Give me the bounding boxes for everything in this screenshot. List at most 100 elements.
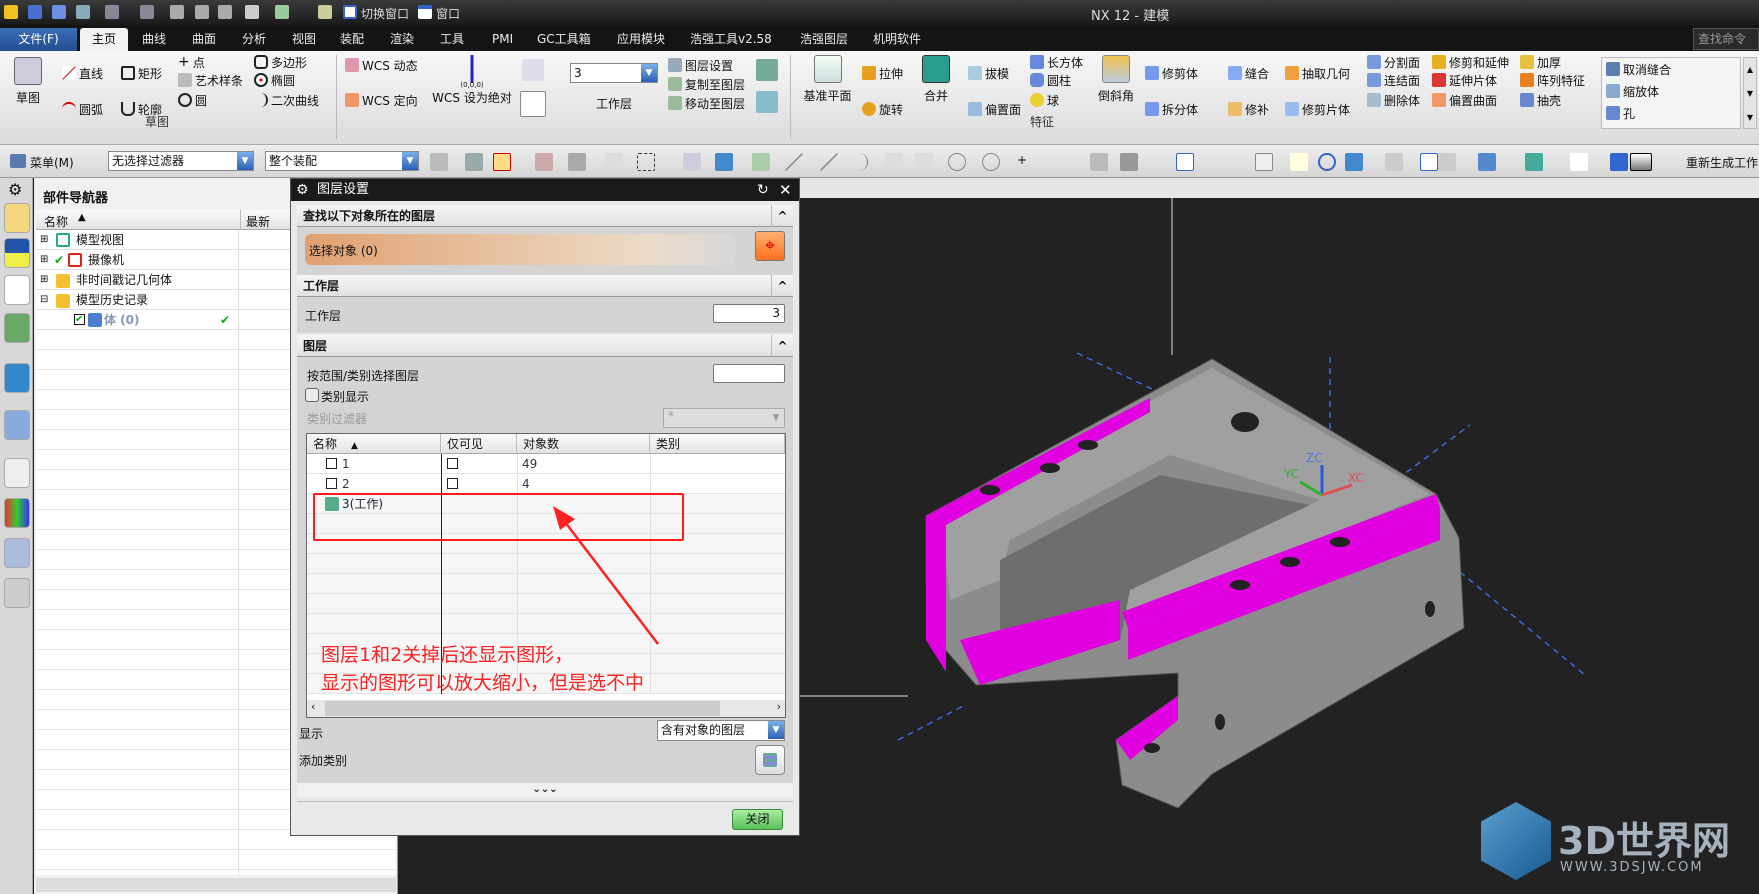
part-navigator-tab[interactable] [4, 275, 30, 305]
draft-button[interactable]: 拔模 [968, 64, 1009, 82]
command-search-input[interactable]: 查找命令 [1693, 28, 1759, 50]
history-tab[interactable] [4, 458, 30, 488]
ellipse-button[interactable]: 椭圆 [254, 71, 295, 89]
line-button[interactable]: 直线 [62, 64, 103, 82]
tab-home[interactable]: 主页 [80, 28, 128, 51]
save-all-icon[interactable] [76, 5, 90, 19]
face-icon[interactable] [1090, 153, 1108, 171]
info-tab[interactable] [4, 363, 30, 393]
sew-button[interactable]: 缝合 [1228, 64, 1269, 82]
select-object-button[interactable]: ⌖ [755, 231, 785, 261]
column-object-count[interactable]: 对象数 [517, 434, 650, 454]
offset-surface-button[interactable]: 偏置曲面 [1432, 91, 1497, 109]
thicken-button[interactable]: 加厚 [1520, 53, 1561, 71]
horizontal-scrollbar[interactable]: ‹ › [307, 700, 785, 717]
add-category-button[interactable] [755, 745, 785, 775]
background-icon[interactable] [1630, 153, 1652, 171]
zoom-icon[interactable] [1255, 153, 1273, 171]
line-snap-icon[interactable] [785, 153, 803, 171]
quadrant-icon[interactable] [982, 153, 1000, 171]
section-icon[interactable] [1385, 153, 1403, 171]
cut-icon[interactable] [170, 5, 184, 19]
reset-icon[interactable]: ↻ [757, 179, 769, 201]
rotate-icon[interactable] [1318, 153, 1336, 171]
circle-button[interactable]: 圆 [178, 91, 207, 109]
selection-filter-dropdown[interactable]: 无选择过滤器 ▼ [108, 151, 254, 171]
layer-row-2[interactable]: 24 [307, 474, 785, 494]
arc-center-icon[interactable] [948, 153, 966, 171]
layer-category-icon[interactable] [756, 91, 778, 113]
tab-render[interactable]: 渲染 [384, 28, 420, 51]
patch-button[interactable]: 修补 [1228, 100, 1269, 118]
dialog-title-bar[interactable]: ⚙ 图层设置 ↻ ✕ [291, 179, 799, 201]
join-face-button[interactable]: 连结面 [1367, 71, 1420, 89]
save-as-icon[interactable] [52, 5, 66, 19]
select-object-bar[interactable]: 选择对象 (0) [305, 234, 735, 265]
tab-haoqiang-tools[interactable]: 浩强工具v2.58 [684, 28, 778, 51]
revolve-button[interactable]: 旋转 [862, 100, 903, 118]
part-icon[interactable] [715, 153, 733, 171]
switch-window-button[interactable]: 切换窗口 [361, 5, 409, 22]
offset-face-button[interactable]: 偏置面 [968, 100, 1021, 118]
layer-1-visible-only-checkbox[interactable] [447, 458, 458, 469]
layout-icon[interactable] [1610, 153, 1628, 171]
wcs-save-icon[interactable] [522, 59, 544, 81]
block-button[interactable]: 长方体 [1030, 53, 1083, 71]
move-to-layer-button[interactable]: 移动至图层 [668, 94, 745, 112]
curve-snap-icon[interactable] [850, 153, 868, 171]
copy-to-layer-button[interactable]: 复制至图层 [668, 75, 745, 93]
rectangle-button[interactable]: 矩形 [121, 64, 162, 82]
assembly-navigator-tab[interactable] [4, 203, 30, 233]
redo-icon[interactable] [140, 5, 154, 19]
render-style-icon[interactable] [1438, 153, 1456, 171]
dialog-gear-icon[interactable]: ⚙ [296, 179, 309, 201]
work-layer-input[interactable]: 3 [713, 304, 785, 323]
sketch-button[interactable]: 草图 [8, 57, 48, 106]
chamfer-button[interactable]: 倒斜角 [1095, 55, 1137, 104]
wcs-icon[interactable] [1570, 153, 1588, 171]
snap-point-icon[interactable] [752, 153, 770, 171]
unite-button[interactable]: 合并 [920, 55, 952, 104]
reuse-library-tab[interactable] [4, 313, 30, 343]
gear-icon[interactable]: ⚙ [8, 180, 22, 199]
navigator-scrollbar[interactable] [36, 878, 396, 892]
close-button[interactable]: 关闭 [732, 809, 783, 830]
paste-icon[interactable] [218, 5, 232, 19]
wcs-dynamic-button[interactable]: WCS 动态 [345, 56, 418, 74]
wcs-set-absolute-button[interactable]: (0,0,0) WCS 设为绝对 [432, 55, 512, 106]
pan-icon[interactable] [1290, 153, 1308, 171]
system-tab[interactable] [4, 578, 30, 608]
arc-button[interactable]: 圆弧 [62, 100, 103, 118]
delete-body-button[interactable]: 删除体 [1367, 91, 1420, 109]
display-icon[interactable] [1478, 153, 1496, 171]
hole-button[interactable]: 孔 [1606, 104, 1635, 122]
cylinder-button[interactable]: 圆柱 [1030, 71, 1071, 89]
trim-extend-button[interactable]: 修剪和延伸 [1432, 53, 1509, 71]
constraint-navigator-tab[interactable] [4, 238, 30, 268]
orient-view-icon[interactable] [1420, 153, 1438, 171]
undo-icon[interactable] [105, 5, 119, 19]
window-icon[interactable] [418, 5, 432, 19]
column-name[interactable]: 名称 ▲ [307, 434, 441, 454]
work-layer-dropdown[interactable]: 3 ▼ [570, 63, 658, 83]
divide-face-button[interactable]: 分割面 [1367, 53, 1420, 71]
display-dropdown[interactable]: 含有对象的图层 ▼ [657, 720, 785, 741]
tab-applications[interactable]: 应用模块 [611, 28, 671, 51]
print-icon[interactable] [245, 5, 259, 19]
sphere-button[interactable]: 球 [1030, 91, 1059, 109]
conic-button[interactable]: 二次曲线 [254, 91, 319, 109]
polygon-button[interactable]: 多边形 [254, 53, 307, 71]
touch-mode-icon[interactable] [318, 5, 332, 19]
command-finder-icon[interactable] [275, 5, 289, 19]
select-body-icon[interactable] [605, 153, 623, 171]
web-browser-tab[interactable] [4, 410, 30, 440]
fit-icon[interactable] [1176, 153, 1194, 171]
tab-jiming-software[interactable]: 机明软件 [867, 28, 927, 51]
extract-geometry-button[interactable]: 抽取几何 [1285, 64, 1350, 82]
view-icon[interactable] [683, 153, 701, 171]
tab-surface[interactable]: 曲面 [186, 28, 222, 51]
layer-visibility-icon[interactable] [756, 59, 778, 81]
selection-scope-dropdown[interactable]: 整个装配 ▼ [265, 151, 419, 171]
roles-tab[interactable] [4, 538, 30, 568]
tab-file[interactable]: 文件(F) [0, 28, 77, 51]
